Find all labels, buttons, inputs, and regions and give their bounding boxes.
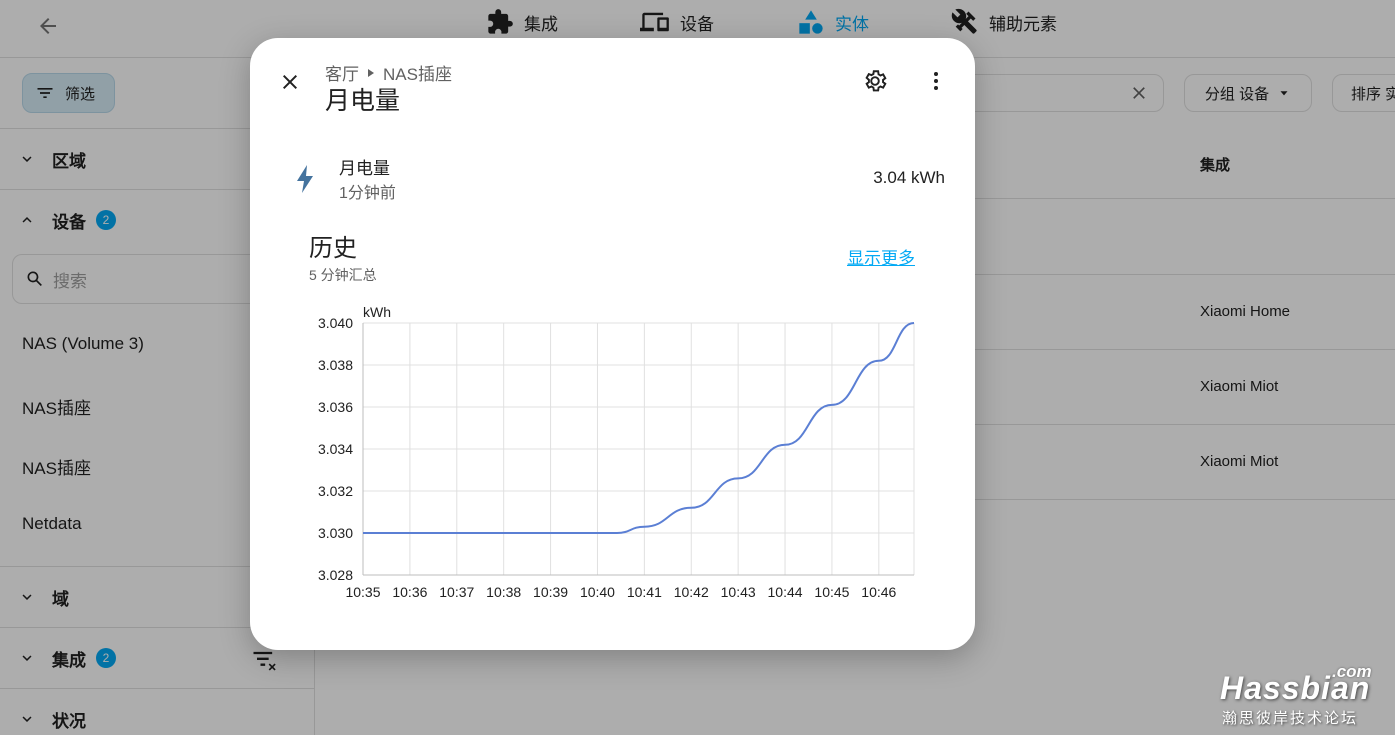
y-tick-label: 3.038 [318,357,353,373]
x-tick-label: 10:42 [674,584,709,600]
more-info-dialog: 客厅 NAS插座 月电量 月电量 1分钟前 3.04 kWh 历史 5 分钟汇总… [250,38,975,650]
series-line [363,322,915,534]
y-tick-label: 3.040 [318,315,353,331]
watermark-subtitle: 瀚思彼岸技术论坛 [1222,710,1359,727]
x-tick-label: 10:39 [533,584,568,600]
x-tick-label: 10:37 [439,584,474,600]
entities-page: 集成 设备 实体 辅助元素 筛选 区域 设备 2 搜索 NAS (Volume … [0,0,1395,735]
x-tick-label: 10:36 [392,584,427,600]
x-tick-label: 10:38 [486,584,521,600]
watermark-brand: Hassbian [1220,670,1371,706]
y-tick-label: 3.030 [318,525,353,541]
x-tick-label: 10:35 [345,584,380,600]
x-tick-label: 10:40 [580,584,615,600]
x-tick-label: 10:43 [721,584,756,600]
x-tick-label: 10:41 [627,584,662,600]
y-tick-label: 3.028 [318,567,353,583]
y-axis-label: kWh [363,304,391,320]
y-tick-label: 3.032 [318,483,353,499]
y-tick-label: 3.036 [318,399,353,415]
y-tick-label: 3.034 [318,441,353,457]
x-tick-label: 10:45 [814,584,849,600]
x-tick-label: 10:46 [861,584,896,600]
history-chart: 3.040 3.038 3.036 3.034 3.032 3.030 3.02810:35… [318,304,915,600]
x-tick-label: 10:44 [768,584,803,600]
